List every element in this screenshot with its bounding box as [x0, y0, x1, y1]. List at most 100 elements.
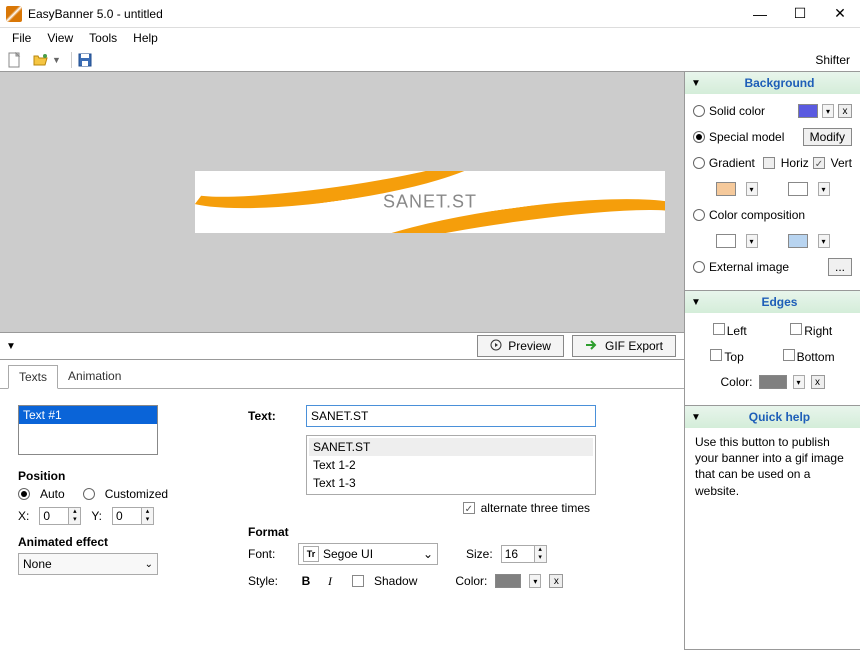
- collapse-arrow-icon[interactable]: ▼: [691, 412, 701, 423]
- banner-preview[interactable]: SANET.ST: [195, 171, 665, 233]
- background-title: Background: [705, 76, 854, 90]
- background-header[interactable]: ▼ Background: [685, 72, 860, 94]
- quickhelp-title: Quick help: [705, 410, 854, 424]
- edge-color-clear[interactable]: x: [811, 375, 825, 389]
- gradient-radio[interactable]: [693, 157, 705, 169]
- size-input[interactable]: 16▴▾: [501, 545, 547, 563]
- menu-bar: File View Tools Help: [0, 28, 860, 48]
- comp-color1-swatch[interactable]: [716, 234, 736, 248]
- font-label: Font:: [248, 547, 290, 561]
- external-image-radio[interactable]: [693, 261, 705, 273]
- comp-color2-dropdown[interactable]: ▾: [818, 234, 830, 248]
- mid-bar: ▼ Preview GIF Export: [0, 332, 684, 360]
- text-color-swatch[interactable]: [495, 574, 521, 588]
- quickhelp-body: Use this button to publish your banner i…: [685, 428, 860, 505]
- edge-right-checkbox[interactable]: [790, 323, 802, 335]
- banner-text: SANET.ST: [383, 192, 477, 213]
- edge-left-checkbox[interactable]: [713, 323, 725, 335]
- edges-header[interactable]: ▼ Edges: [685, 291, 860, 313]
- position-auto-radio[interactable]: [18, 488, 30, 500]
- chevron-down-icon: ⌄: [145, 559, 153, 570]
- collapse-arrow-icon[interactable]: ▼: [691, 297, 701, 308]
- spinner-up-icon[interactable]: ▴: [68, 508, 80, 516]
- shadow-checkbox[interactable]: [352, 575, 364, 587]
- solid-color-radio[interactable]: [693, 105, 705, 117]
- edges-title: Edges: [705, 295, 854, 309]
- spinner-down-icon[interactable]: ▾: [68, 516, 80, 524]
- save-icon[interactable]: [76, 51, 94, 69]
- shifter-label[interactable]: Shifter: [815, 53, 850, 67]
- menu-view[interactable]: View: [39, 29, 81, 47]
- collapse-arrow-icon[interactable]: ▼: [0, 341, 22, 352]
- italic-button[interactable]: I: [322, 573, 338, 589]
- vert-label: Vert: [831, 156, 852, 170]
- vert-checkbox[interactable]: [813, 157, 825, 169]
- list-item[interactable]: Text 1-2: [309, 456, 593, 474]
- browse-button[interactable]: ...: [828, 258, 852, 276]
- edge-top-checkbox[interactable]: [710, 349, 722, 361]
- y-label: Y:: [91, 509, 102, 523]
- comp-color2-swatch[interactable]: [788, 234, 808, 248]
- solid-color-clear[interactable]: x: [838, 104, 852, 118]
- solid-color-dropdown[interactable]: ▾: [822, 104, 834, 118]
- text-items-list[interactable]: Text #1: [18, 405, 158, 455]
- quickhelp-header[interactable]: ▼ Quick help: [685, 406, 860, 428]
- menu-file[interactable]: File: [4, 29, 39, 47]
- list-item[interactable]: SANET.ST: [309, 438, 593, 456]
- gradient-color1-swatch[interactable]: [716, 182, 736, 196]
- tab-animation[interactable]: Animation: [58, 365, 131, 387]
- spinner-up-icon[interactable]: ▴: [141, 508, 153, 516]
- preview-button[interactable]: Preview: [477, 335, 564, 357]
- dropdown-arrow-icon[interactable]: ▼: [52, 55, 61, 65]
- spinner-down-icon[interactable]: ▾: [534, 554, 546, 562]
- horiz-checkbox[interactable]: [763, 157, 775, 169]
- edges-section: ▼ Edges Left Right Top Bottom Color: ▾ x: [685, 291, 860, 406]
- text-color-clear[interactable]: x: [549, 574, 563, 588]
- text-input[interactable]: [306, 405, 596, 427]
- animated-effect-select[interactable]: None ⌄: [18, 553, 158, 575]
- animated-effect-label: Animated effect: [18, 535, 218, 549]
- close-button[interactable]: ✕: [820, 0, 860, 27]
- y-input[interactable]: 0▴▾: [112, 507, 154, 525]
- gradient-color2-dropdown[interactable]: ▾: [818, 182, 830, 196]
- minimize-button[interactable]: —: [740, 0, 780, 27]
- menu-help[interactable]: Help: [125, 29, 166, 47]
- horiz-label: Horiz: [781, 156, 809, 170]
- position-custom-label: Customized: [105, 487, 168, 501]
- bold-button[interactable]: B: [298, 573, 314, 589]
- gradient-label: Gradient: [709, 156, 755, 170]
- gif-export-button[interactable]: GIF Export: [572, 335, 676, 357]
- alternate-checkbox[interactable]: [463, 502, 475, 514]
- menu-tools[interactable]: Tools: [81, 29, 125, 47]
- gradient-color1-dropdown[interactable]: ▾: [746, 182, 758, 196]
- gradient-color2-swatch[interactable]: [788, 182, 808, 196]
- maximize-button[interactable]: ☐: [780, 0, 820, 27]
- list-item[interactable]: Text #1: [19, 406, 157, 424]
- font-select[interactable]: Tr Segoe UI ⌄: [298, 543, 438, 565]
- position-label: Position: [18, 469, 218, 483]
- spinner-down-icon[interactable]: ▾: [141, 516, 153, 524]
- text-field-label: Text:: [248, 409, 298, 423]
- modify-button[interactable]: Modify: [803, 128, 852, 146]
- collapse-arrow-icon[interactable]: ▼: [691, 78, 701, 89]
- spinner-up-icon[interactable]: ▴: [534, 546, 546, 554]
- right-panel: ▼ Background Solid color ▾ x Special mod…: [684, 72, 860, 650]
- new-file-icon[interactable]: [6, 51, 24, 69]
- edge-color-swatch[interactable]: [759, 375, 787, 389]
- text-color-label: Color:: [455, 574, 487, 588]
- quickhelp-section: ▼ Quick help Use this button to publish …: [685, 406, 860, 650]
- position-custom-radio[interactable]: [83, 488, 95, 500]
- edge-bottom-checkbox[interactable]: [783, 349, 795, 361]
- comp-color1-dropdown[interactable]: ▾: [746, 234, 758, 248]
- composition-radio[interactable]: [693, 209, 705, 221]
- list-item[interactable]: Text 1-3: [309, 474, 593, 492]
- text-color-dropdown[interactable]: ▾: [529, 574, 541, 588]
- open-folder-icon[interactable]: [32, 51, 50, 69]
- special-model-radio[interactable]: [693, 131, 705, 143]
- tab-texts[interactable]: Texts: [8, 365, 58, 389]
- text-suggestions-list[interactable]: SANET.ST Text 1-2 Text 1-3: [306, 435, 596, 495]
- x-input[interactable]: 0▴▾: [39, 507, 81, 525]
- tabs-row: Texts Animation: [0, 360, 684, 388]
- edge-color-dropdown[interactable]: ▾: [793, 375, 805, 389]
- solid-color-swatch[interactable]: [798, 104, 818, 118]
